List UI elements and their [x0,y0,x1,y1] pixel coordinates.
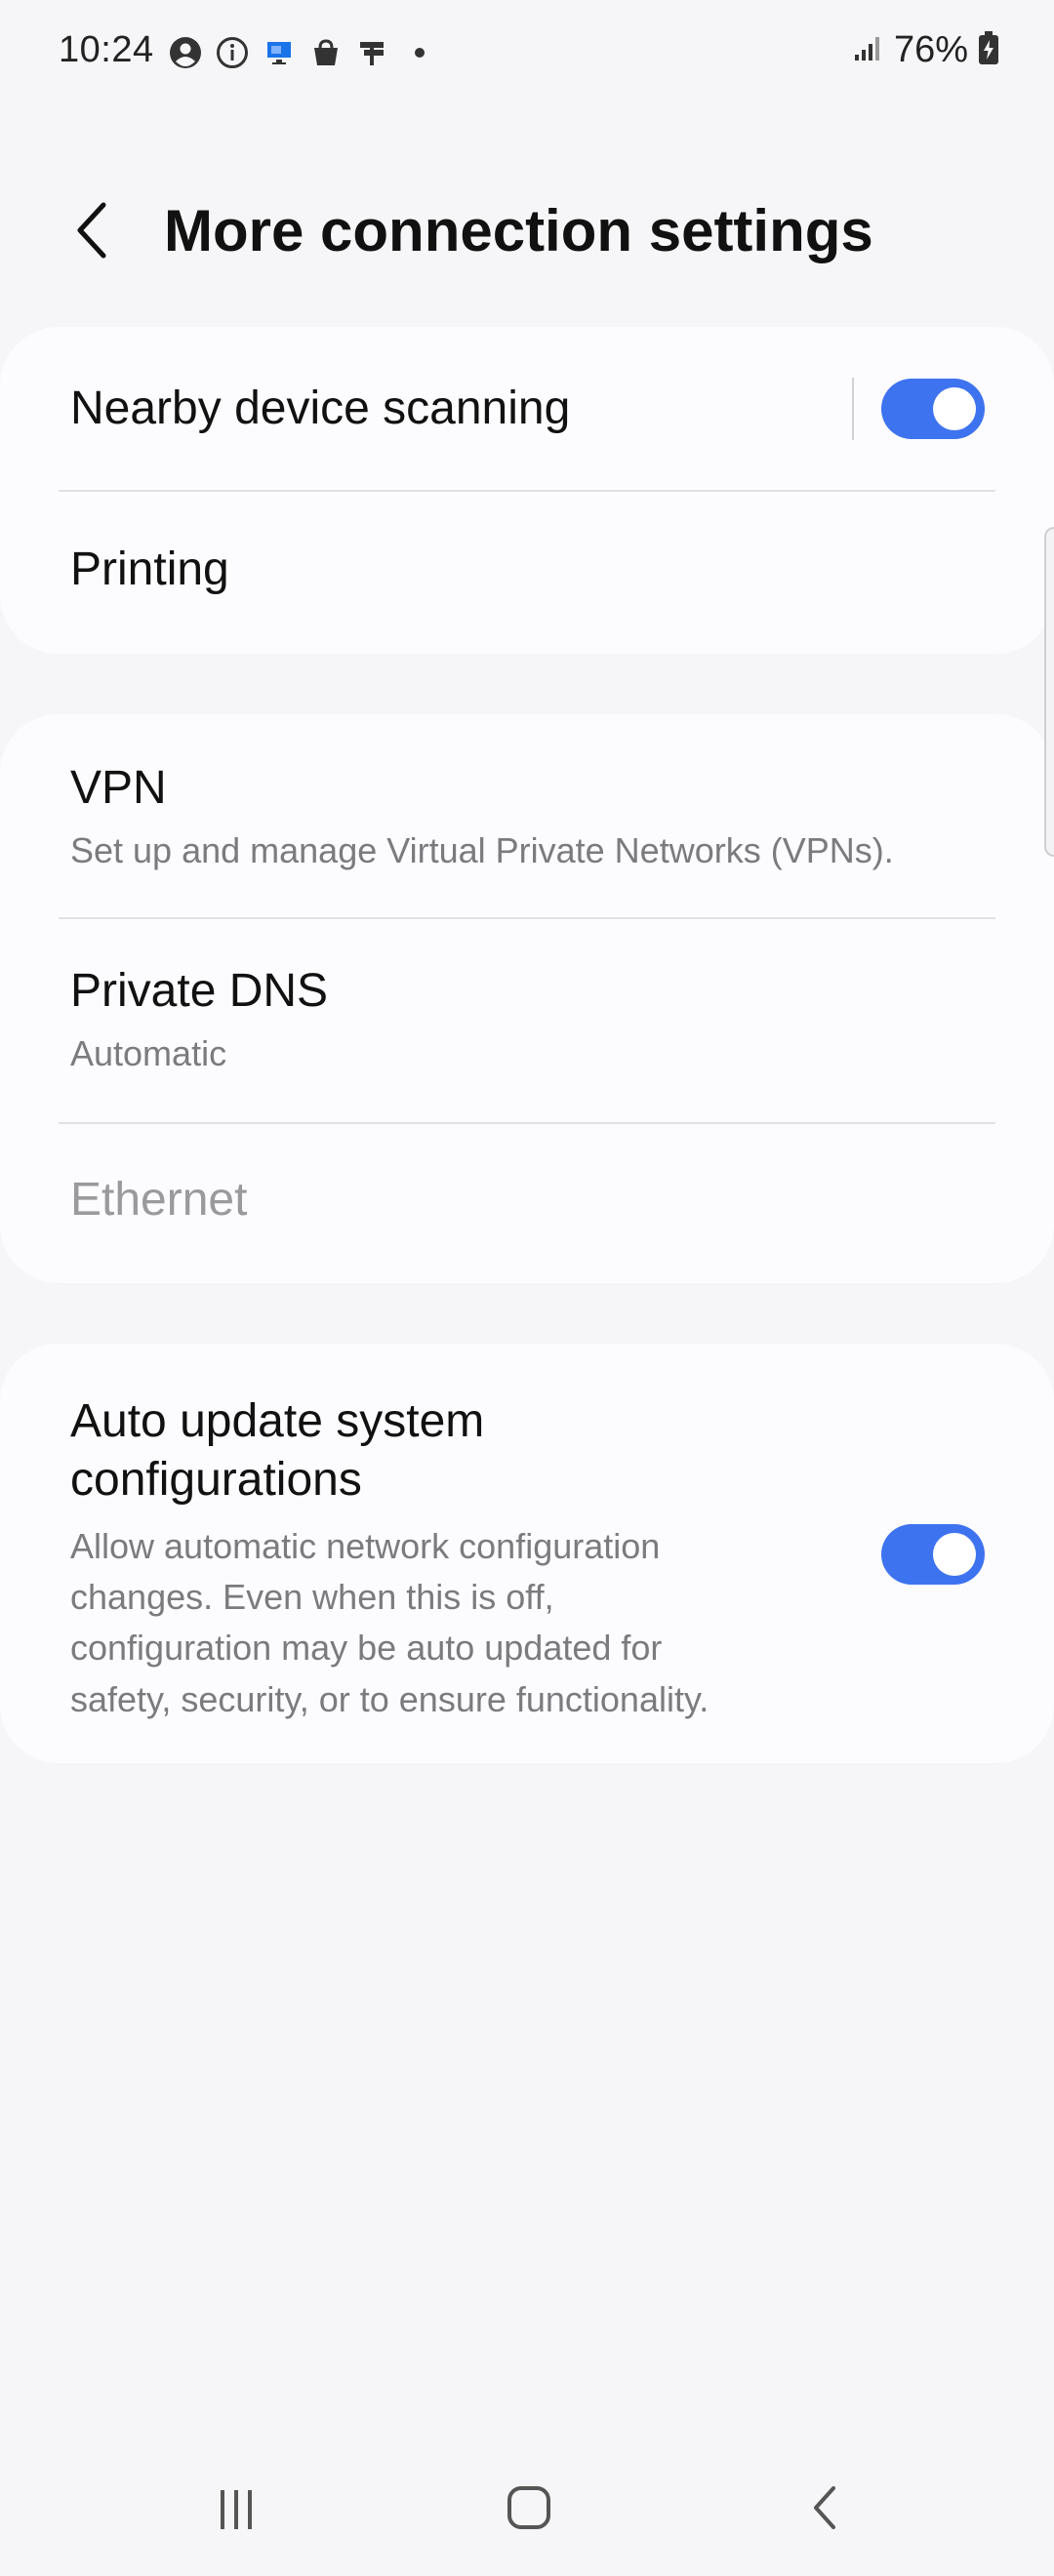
page-title: More connection settings [164,198,873,263]
home-icon [507,2486,550,2529]
signal-bars-icon [853,33,884,67]
auto-update-toggle[interactable] [881,1524,985,1585]
row-subtitle: Allow automatic network configuration ch… [70,1521,810,1725]
nearby-device-scanning-toggle[interactable] [881,379,985,439]
row-subtitle: Automatic [70,1033,227,1073]
app-bar: More connection settings [0,185,1054,283]
toggle-knob [933,387,976,430]
navigation-bar [0,2439,1054,2576]
settings-group-3: Auto update system configurations Allow … [0,1344,1054,1763]
recents-icon [221,2490,252,2529]
row-title: Private DNS [70,965,329,1017]
back-button[interactable] [61,199,123,262]
row-title: Printing [70,543,229,595]
row-subtitle-line: changes. Even when this is off, [70,1577,554,1618]
notification-icons [168,35,437,70]
status-time: 10:24 [59,29,154,70]
vpn-row[interactable]: VPN Set up and manage Virtual Private Ne… [0,714,1054,917]
info-icon [215,35,250,70]
row-title: Ethernet [70,1174,248,1226]
printing-row[interactable]: Printing [0,492,1054,654]
row-subtitle: Set up and manage Virtual Private Networ… [70,830,894,870]
toggle-separator [852,378,854,440]
row-subtitle-line: configuration may be auto updated for [70,1628,663,1669]
status-bar: 10:24 76% [0,0,1054,107]
shopping-bag-icon [308,35,344,70]
settings-group-1: Nearby device scanning Printing [0,327,1054,654]
account-circle-icon [168,35,203,70]
toggle-knob [933,1533,976,1576]
chevron-left-icon [77,202,106,259]
remote-desktop-icon [262,35,297,70]
row-title: Auto update system configurations [70,1344,810,1509]
row-title: VPN [70,762,167,814]
row-title: Nearby device scanning [70,382,571,434]
row-subtitle-line: safety, security, or to ensure functiona… [70,1678,709,1719]
back-icon [814,2486,835,2529]
row-title-line: Auto update system [70,1395,485,1447]
ethernet-row: Ethernet [0,1124,1054,1283]
settings-group-2: VPN Set up and manage Virtual Private Ne… [0,714,1054,1283]
flag-icon [355,35,390,70]
home-button[interactable] [490,2469,568,2547]
nav-back-button[interactable] [787,2469,865,2547]
row-title-line: configurations [70,1454,362,1506]
row-subtitle-line: Allow automatic network configuration [70,1526,661,1566]
status-right: 76% [853,29,999,71]
scroll-indicator[interactable] [1044,527,1054,857]
recents-button[interactable] [197,2469,275,2547]
private-dns-row[interactable]: Private DNS Automatic [0,919,1054,1122]
battery-percent: 76% [893,29,968,70]
more-dot-icon [402,35,437,70]
battery-charging-icon [978,30,999,70]
